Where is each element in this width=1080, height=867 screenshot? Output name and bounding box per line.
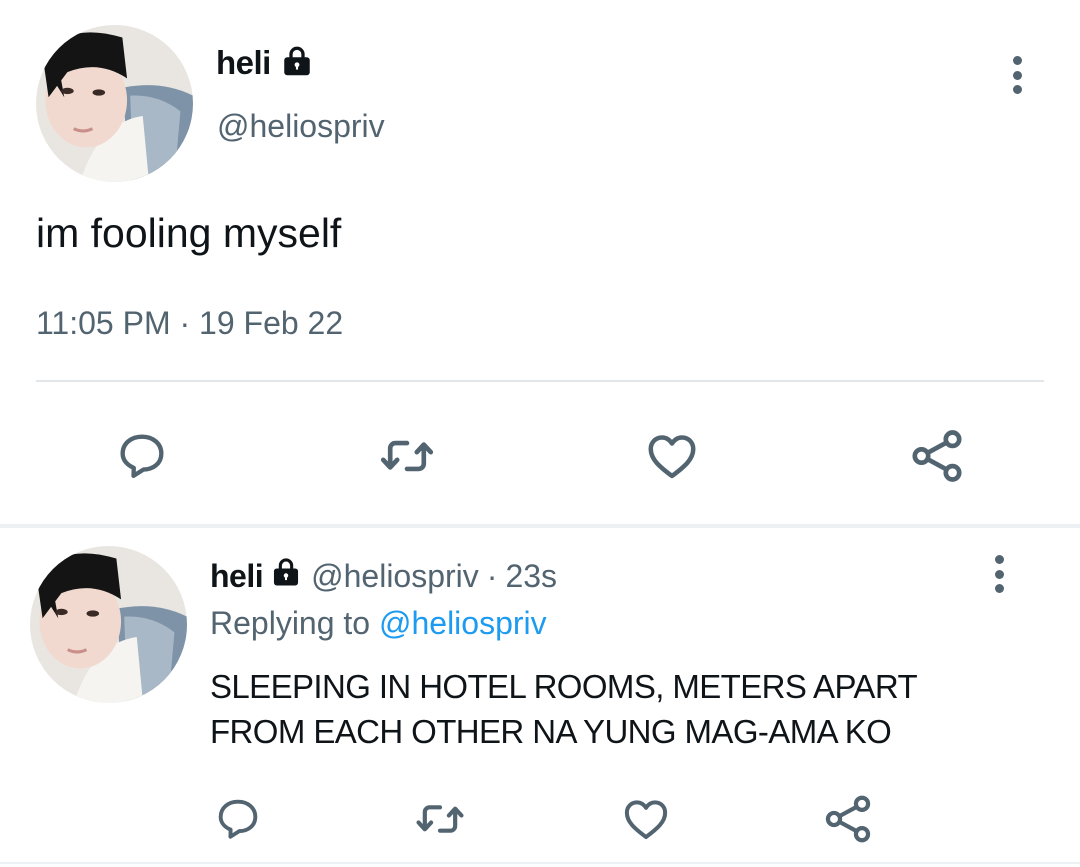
- reply-icon: [218, 799, 258, 839]
- share-button[interactable]: [820, 791, 876, 847]
- tweet-text: im fooling myself: [36, 210, 342, 256]
- like-button[interactable]: [640, 424, 704, 488]
- tweet-date: 19 Feb 22: [199, 305, 344, 341]
- more-vertical-icon[interactable]: [992, 555, 1006, 593]
- author-name-row: heli: [216, 43, 315, 83]
- reply-button[interactable]: [210, 791, 266, 847]
- display-name[interactable]: heli: [216, 44, 271, 82]
- replying-to: Replying to @heliospriv: [210, 605, 547, 642]
- replying-to-label: Replying to: [210, 605, 371, 641]
- avatar-photo: [36, 25, 193, 182]
- avatar[interactable]: [30, 546, 187, 703]
- retweet-icon: [380, 440, 434, 472]
- meta-separator: ·: [179, 305, 191, 341]
- tweet-time: 11:05 PM: [36, 305, 171, 341]
- reply-icon: [120, 434, 164, 478]
- section-divider: [0, 524, 1080, 528]
- reply-button[interactable]: [110, 424, 174, 488]
- reply-author-row: heli @heliospriv · 23s: [210, 556, 557, 596]
- author-handle[interactable]: @heliospriv: [217, 108, 385, 145]
- lock-icon: [269, 555, 303, 597]
- bottom-divider: [0, 862, 1080, 864]
- reply-text-line-2: FROM EACH OTHER NA YUNG MAG-AMA KO: [210, 713, 892, 750]
- reply-text-line-1: SLEEPING IN HOTEL ROOMS, METERS APART: [210, 668, 918, 705]
- share-icon: [912, 430, 962, 482]
- share-button[interactable]: [905, 424, 969, 488]
- lock-icon: [279, 43, 315, 84]
- meta-separator: ·: [486, 557, 498, 594]
- replying-to-mention[interactable]: @heliospriv: [379, 605, 547, 641]
- display-name[interactable]: heli: [210, 558, 264, 595]
- avatar-photo: [30, 546, 187, 703]
- tweet-age[interactable]: 23s: [505, 558, 557, 595]
- like-button[interactable]: [618, 791, 674, 847]
- heart-icon: [648, 435, 696, 479]
- divider: [36, 380, 1044, 382]
- more-vertical-icon[interactable]: [1010, 56, 1024, 94]
- share-icon: [825, 795, 871, 843]
- retweet-button[interactable]: [375, 424, 439, 488]
- tweet-timestamp[interactable]: 11:05 PM · 19 Feb 22: [36, 305, 343, 342]
- heart-icon: [624, 800, 668, 840]
- author-handle[interactable]: @heliospriv: [311, 558, 479, 595]
- avatar[interactable]: [36, 25, 193, 182]
- retweet-icon: [416, 805, 464, 833]
- retweet-button[interactable]: [412, 791, 468, 847]
